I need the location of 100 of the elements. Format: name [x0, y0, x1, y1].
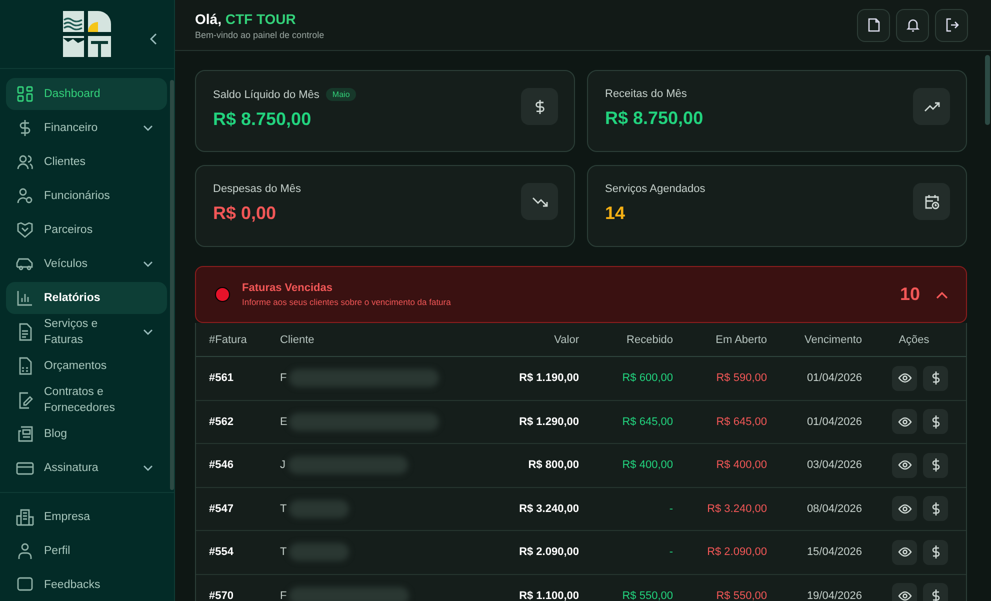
- table-cell-text: #554: [208, 546, 234, 558]
- sidebar-item[interactable]: Dashboard: [6, 78, 167, 110]
- chevron-down-icon: [143, 261, 153, 267]
- table-cell-text: 01/04/2026: [806, 416, 862, 428]
- payment-button[interactable]: [923, 583, 948, 601]
- document-button[interactable]: [857, 8, 890, 42]
- payment-button[interactable]: [923, 409, 948, 434]
- table-cell-text: 08/04/2026: [806, 502, 862, 515]
- view-button[interactable]: [892, 540, 917, 565]
- table-cell: T: [280, 546, 287, 558]
- card-title: Saldo Líquido do Mês: [213, 88, 320, 100]
- dollar-icon: [930, 414, 940, 429]
- sidebar-item[interactable]: Parceiros: [6, 214, 167, 246]
- eye-icon: [898, 547, 912, 558]
- payment-button[interactable]: [923, 366, 948, 391]
- sidebar-item[interactable]: Clientes: [6, 146, 167, 178]
- table-cell-text: R$ 590,00: [715, 372, 767, 384]
- table-cell-text: #570: [208, 590, 234, 601]
- table-cell-text: R$ 800,00: [527, 459, 579, 472]
- greeting-title: Olá, CTF TOUR: [195, 10, 297, 26]
- table-cell-text: R$ 550,00: [715, 590, 767, 601]
- table-cell: F: [280, 372, 287, 384]
- sidebar-item[interactable]: Perfil: [6, 535, 167, 567]
- overdue-alert[interactable]: Faturas Vencidas Informe aos seus clientes sobre o vencimento da fatura 10: [195, 266, 967, 323]
- bar-chart-icon: [16, 289, 34, 307]
- table-cell-text: 03/04/2026: [806, 459, 862, 472]
- dollar-icon: [930, 458, 940, 472]
- view-button[interactable]: [892, 366, 917, 391]
- column-header: #Fatura: [208, 334, 248, 346]
- card-title: Despesas do Mês: [213, 183, 302, 195]
- document-icon: [866, 18, 880, 32]
- table-cell: E: [280, 416, 288, 428]
- table-cell-text: 15/04/2026: [806, 546, 862, 558]
- view-button[interactable]: [892, 409, 917, 434]
- payment-button[interactable]: [923, 452, 948, 478]
- sidebar-item[interactable]: Veículos: [6, 248, 167, 280]
- calendar-clock-icon: [924, 194, 940, 210]
- building-icon: [16, 508, 34, 526]
- newspaper-icon: [16, 425, 34, 443]
- table-cell-text: R$ 1.100,00: [518, 590, 579, 601]
- sidebar-item[interactable]: Empresa: [6, 501, 167, 533]
- table-cell-text: #562: [208, 416, 234, 428]
- table-cell-text: #561: [208, 372, 234, 384]
- scrollbar[interactable]: [170, 80, 174, 490]
- chevron-down-icon: [143, 465, 153, 471]
- users-icon: [16, 153, 34, 171]
- user-icon: [16, 542, 34, 560]
- card-value: 14: [605, 203, 626, 224]
- eye-icon: [898, 504, 912, 514]
- sidebar-item[interactable]: Assinatura: [6, 452, 167, 484]
- table-cell-text: R$ 600,00: [621, 372, 673, 384]
- table-cell-text: R$ 645,00: [621, 416, 673, 428]
- table-cell-text: 01/04/2026: [806, 372, 862, 384]
- sidebar-item[interactable]: Funcionários: [6, 180, 167, 212]
- dollar-icon: [930, 588, 940, 601]
- sidebar-item[interactable]: Contratos e Fornecedores: [6, 384, 167, 416]
- notification-button[interactable]: [896, 8, 929, 42]
- sidebar-item[interactable]: Relatórios: [6, 282, 167, 314]
- collapse-icon[interactable]: [150, 33, 158, 45]
- payment-button[interactable]: [923, 540, 948, 565]
- chevron-down-icon: [143, 329, 153, 335]
- table-cell-text: R$ 1.290,00: [518, 416, 579, 428]
- user-icon: [16, 187, 34, 205]
- sidebar-item[interactable]: Financeiro: [6, 112, 167, 144]
- view-button[interactable]: [892, 496, 917, 522]
- eye-icon: [898, 416, 912, 427]
- card-value: R$ 8.750,00: [605, 108, 704, 129]
- chevron-down-icon: [143, 125, 153, 131]
- table-cell: T: [280, 502, 287, 515]
- table-cell-text: R$ 550,00: [621, 590, 673, 601]
- dollar-icon: [930, 502, 940, 516]
- eye-icon: [898, 590, 912, 601]
- sidebar-item[interactable]: Blog: [6, 418, 167, 450]
- dollar-icon: [930, 371, 940, 386]
- sidebar-item[interactable]: Orçamentos: [6, 350, 167, 382]
- view-button[interactable]: [892, 452, 917, 478]
- table-cell-text: R$ 2.090,00: [518, 546, 579, 558]
- table-cell-text: -: [668, 546, 673, 558]
- logout-button[interactable]: [935, 8, 968, 42]
- eye-icon: [898, 373, 912, 384]
- scrollbar[interactable]: [985, 55, 990, 125]
- alert-message: Informe aos seus clientes sobre o vencimento da fatura: [242, 297, 452, 307]
- table-cell: F: [280, 590, 287, 601]
- view-button[interactable]: [892, 583, 917, 601]
- column-header: Valor: [553, 334, 579, 346]
- column-header: Vencimento: [804, 334, 862, 346]
- sidebar-item[interactable]: Feedbacks: [6, 569, 167, 601]
- chevron-up-icon[interactable]: [936, 290, 948, 298]
- payment-button[interactable]: [923, 496, 948, 522]
- column-header: Cliente: [279, 334, 316, 346]
- logo-drawing: [63, 11, 111, 57]
- sidebar-item[interactable]: Serviços e Faturas: [6, 316, 167, 348]
- card-title: Receitas do Mês: [605, 88, 687, 100]
- alert-dot-icon: [215, 287, 230, 302]
- subtitle: Bem-vindo ao painel de controle: [195, 30, 324, 40]
- table-cell-text: R$ 645,00: [715, 416, 767, 428]
- table-cell-text: R$ 3.240,00: [706, 502, 767, 515]
- table-cell: J: [280, 459, 286, 472]
- card-title: Serviços Agendados: [605, 183, 706, 195]
- alert-title: Faturas Vencidas: [242, 282, 334, 294]
